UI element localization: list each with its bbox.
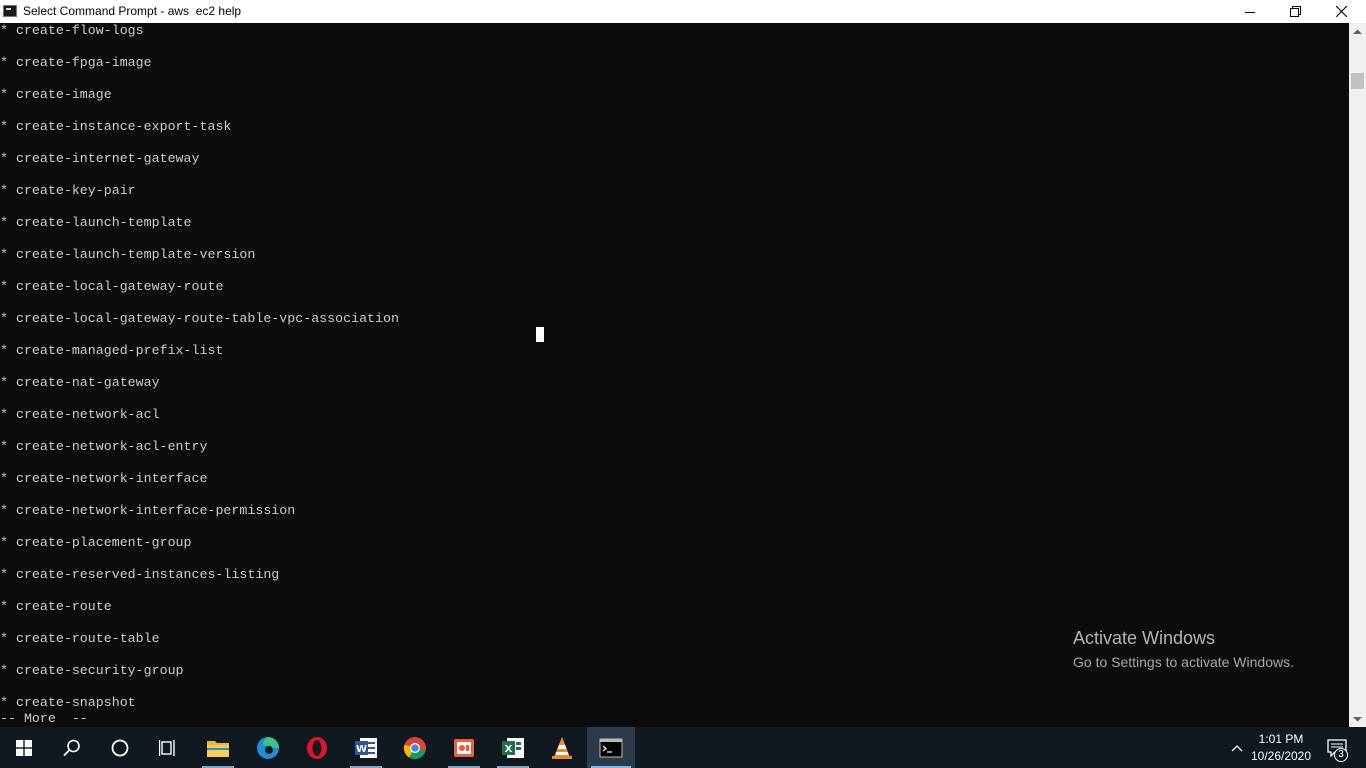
console-line: * create-key-pair [0,183,136,198]
cortana-circle-icon [111,739,129,756]
svg-text:W: W [356,744,367,755]
console-line: * create-route [0,599,112,614]
console-line: * create-placement-group [0,535,192,550]
console-line: * create-snapshot [0,695,136,710]
svg-text:X: X [505,744,513,755]
vlc-cone-icon [552,736,572,759]
console-line: * create-launch-template-version [0,247,256,262]
scroll-thumb[interactable] [1351,73,1364,89]
console-line: * create-local-gateway-route [0,279,224,294]
task-view-icon [159,739,175,756]
vertical-scrollbar[interactable] [1349,23,1366,727]
close-icon [1335,6,1347,17]
cmd-icon [599,738,623,757]
excel-icon: X [502,737,524,758]
console-line: * create-local-gateway-route-table-vpc-a… [0,311,399,326]
edge-icon [257,736,279,759]
start-button[interactable] [0,727,48,768]
caret-up-icon [1353,29,1362,34]
chrome-icon [403,736,426,759]
console-line: * create-security-group [0,663,184,678]
console-line: * create-instance-export-task [0,119,232,134]
console-line: * create-network-interface-permission [0,503,296,518]
caret-down-icon [1353,716,1362,721]
action-center-button[interactable] [1322,727,1352,768]
show-hidden-icons-button[interactable] [1226,727,1248,768]
chrome-app[interactable] [391,727,439,768]
opera-icon [307,736,327,759]
console-line: * create-network-interface [0,471,208,486]
windows-logo-icon [16,739,32,756]
clock-time: 1:01 PM [1258,732,1304,746]
activation-watermark-title: Activate Windows [1073,628,1216,648]
console-output[interactable]: * create-flow-logs * create-fpga-image *… [0,23,1349,727]
chevron-up-icon [1231,744,1243,751]
console-line: * create-image [0,87,112,102]
restore-button[interactable] [1272,0,1318,23]
restore-icon [1289,6,1301,17]
command-prompt-icon [3,5,17,17]
edge-app[interactable] [244,727,292,768]
recorder-app[interactable] [440,727,488,768]
word-icon: W [355,737,377,758]
excel-app[interactable]: X [489,727,537,768]
console-line: * create-route-table [0,631,160,646]
console-line: * create-fpga-image [0,55,152,70]
search-button[interactable] [48,727,96,768]
close-button[interactable] [1318,0,1364,23]
word-app[interactable]: W [342,727,390,768]
console-line: * create-internet-gateway [0,151,200,166]
console-line: * create-network-acl [0,407,160,422]
cortana-button[interactable] [96,727,144,768]
clock-date: 10/26/2020 [1250,749,1312,763]
folder-icon [207,740,229,757]
opera-app[interactable] [293,727,341,768]
notification-count-badge: 3 [1334,748,1348,762]
task-view-button[interactable] [144,727,192,768]
console-line: * create-nat-gateway [0,375,160,390]
scroll-up-button[interactable] [1349,23,1366,40]
more-prompt: -- More -- [0,711,88,726]
minimize-button[interactable] [1227,0,1273,23]
activation-watermark-subtitle: Go to Settings to activate Windows. [1073,654,1294,670]
command-prompt-app[interactable] [587,727,635,768]
taskbar: W X 1:01 PM 10/26/2020 3 [0,727,1366,768]
minimize-icon [1245,11,1255,13]
window-title: Select Command Prompt - aws ec2 help [23,4,242,18]
scroll-down-button[interactable] [1349,710,1366,727]
console-line: * create-network-acl-entry [0,439,208,454]
console-line: * create-reserved-instances-listing [0,567,280,582]
file-explorer-app[interactable] [194,727,242,768]
system-clock[interactable]: 1:01 PM 10/26/2020 [1246,731,1316,765]
vlc-app[interactable] [538,727,586,768]
console-line: * create-launch-template [0,215,192,230]
console-line: * create-flow-logs [0,23,144,38]
title-bar[interactable]: Select Command Prompt - aws ec2 help [0,0,1366,23]
screen-recorder-icon [454,738,474,757]
text-cursor [536,327,544,342]
console-line: * create-managed-prefix-list [0,343,224,358]
search-icon [63,739,80,756]
